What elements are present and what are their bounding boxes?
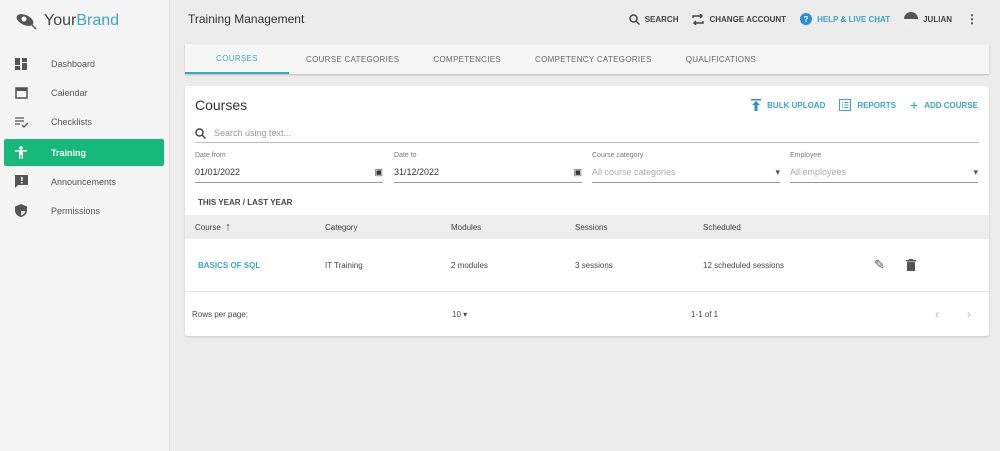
dashboard-icon	[4, 57, 51, 70]
last-year-link[interactable]: LAST YEAR	[247, 198, 292, 207]
sidebar-item-label: Calendar	[51, 87, 88, 98]
dropdown-arrow-icon: ▾	[973, 167, 978, 177]
swap-icon	[692, 13, 705, 25]
employee-select[interactable]: Employee All employees ▾	[790, 152, 978, 183]
sidebar-item-training[interactable]: Training	[4, 139, 164, 166]
upload-icon	[751, 99, 762, 111]
sidebar-item-label: Checklists	[51, 116, 93, 127]
search-input[interactable]: Search using text...	[195, 124, 979, 143]
sidebar-item-checklists[interactable]: Checklists	[4, 108, 164, 135]
tab-bar: COURSES COURSE CATEGORIES COMPETENCIES C…	[185, 44, 989, 74]
reports-button[interactable]: REPORTS	[839, 97, 896, 113]
plus-icon: +	[910, 97, 919, 113]
brand-name-part1: Your	[44, 12, 77, 29]
reports-icon	[839, 99, 852, 111]
training-icon	[4, 146, 51, 159]
course-category-select[interactable]: Course category All course categories ▾	[592, 152, 780, 183]
avatar	[904, 12, 919, 26]
calendar-icon[interactable]: ▣	[374, 167, 383, 178]
table-header: Course ↑ Category Modules Sessions Sched…	[185, 215, 989, 239]
column-course[interactable]: Course ↑	[195, 215, 231, 239]
change-account-button[interactable]: CHANGE ACCOUNT	[692, 13, 786, 25]
sidebar-item-label: Announcements	[51, 176, 117, 187]
card-title: Courses	[195, 97, 248, 113]
calendar-icon	[4, 86, 51, 99]
add-course-button[interactable]: + ADD COURSE	[910, 97, 978, 113]
top-bar: Training Management SEARCH CHANGE ACCOUN…	[170, 0, 1000, 38]
column-sessions[interactable]: Sessions	[575, 215, 607, 239]
announcement-icon	[4, 175, 51, 188]
tab-competencies[interactable]: COMPETENCIES	[416, 44, 518, 74]
sidebar-item-label: Dashboard	[51, 58, 96, 69]
rocket-icon	[16, 14, 37, 30]
search-icon	[628, 13, 640, 25]
more-menu-icon[interactable]: ⋮	[966, 12, 978, 26]
edit-icon[interactable]: ✎	[874, 239, 885, 291]
tab-qualifications[interactable]: QUALIFICATIONS	[669, 44, 773, 74]
sidebar-item-dashboard[interactable]: Dashboard	[4, 50, 164, 77]
course-link[interactable]: BASICS OF SQL	[198, 239, 260, 291]
tab-course-categories[interactable]: COURSE CATEGORIES	[289, 44, 416, 74]
dropdown-arrow-icon: ▾	[775, 167, 780, 177]
search-icon	[195, 127, 206, 139]
bulk-upload-button[interactable]: BULK UPLOAD	[751, 97, 825, 113]
brand-logo[interactable]: YourBrand	[14, 12, 119, 30]
courses-card: Courses BULK UPLOAD REPORTS + ADD COURSE …	[185, 86, 989, 336]
prev-page-icon[interactable]: ‹	[935, 292, 939, 336]
shield-icon	[4, 204, 51, 217]
tab-competency-categories[interactable]: COMPETENCY CATEGORIES	[518, 44, 669, 74]
sidebar-item-label: Permissions	[51, 205, 101, 216]
tab-courses[interactable]: COURSES	[185, 44, 289, 74]
user-menu[interactable]: JULIAN	[904, 12, 952, 26]
column-category[interactable]: Category	[325, 215, 357, 239]
sidebar-item-label: Training	[51, 147, 87, 158]
next-page-icon[interactable]: ›	[967, 292, 971, 336]
this-year-link[interactable]: THIS YEAR	[198, 198, 241, 207]
search-button[interactable]: SEARCH	[628, 13, 678, 25]
brand-name-part2: Brand	[76, 12, 120, 29]
sidebar: YourBrand Dashboard Calendar Checklists …	[0, 0, 170, 451]
help-icon: ?	[800, 13, 813, 25]
svg-text:?: ?	[804, 15, 809, 24]
delete-icon[interactable]	[906, 239, 916, 291]
checklist-icon	[4, 116, 51, 128]
help-chat-button[interactable]: ? HELP & LIVE CHAT	[800, 13, 890, 25]
date-to-field[interactable]: Date to 31/12/2022 ▣	[394, 152, 582, 183]
column-scheduled[interactable]: Scheduled	[703, 215, 741, 239]
table-row: BASICS OF SQL IT Training 2 modules 3 se…	[185, 239, 989, 292]
sidebar-item-calendar[interactable]: Calendar	[4, 79, 164, 106]
column-modules[interactable]: Modules	[451, 215, 481, 239]
date-from-field[interactable]: Date from 01/01/2022 ▣	[195, 152, 383, 183]
page-title: Training Management	[188, 12, 305, 26]
sort-asc-icon: ↑	[225, 221, 231, 233]
rows-per-page-select[interactable]: 10 ▾	[452, 292, 467, 336]
calendar-icon[interactable]: ▣	[573, 167, 582, 178]
sidebar-item-announcements[interactable]: Announcements	[4, 168, 164, 195]
sidebar-item-permissions[interactable]: Permissions	[4, 197, 164, 224]
